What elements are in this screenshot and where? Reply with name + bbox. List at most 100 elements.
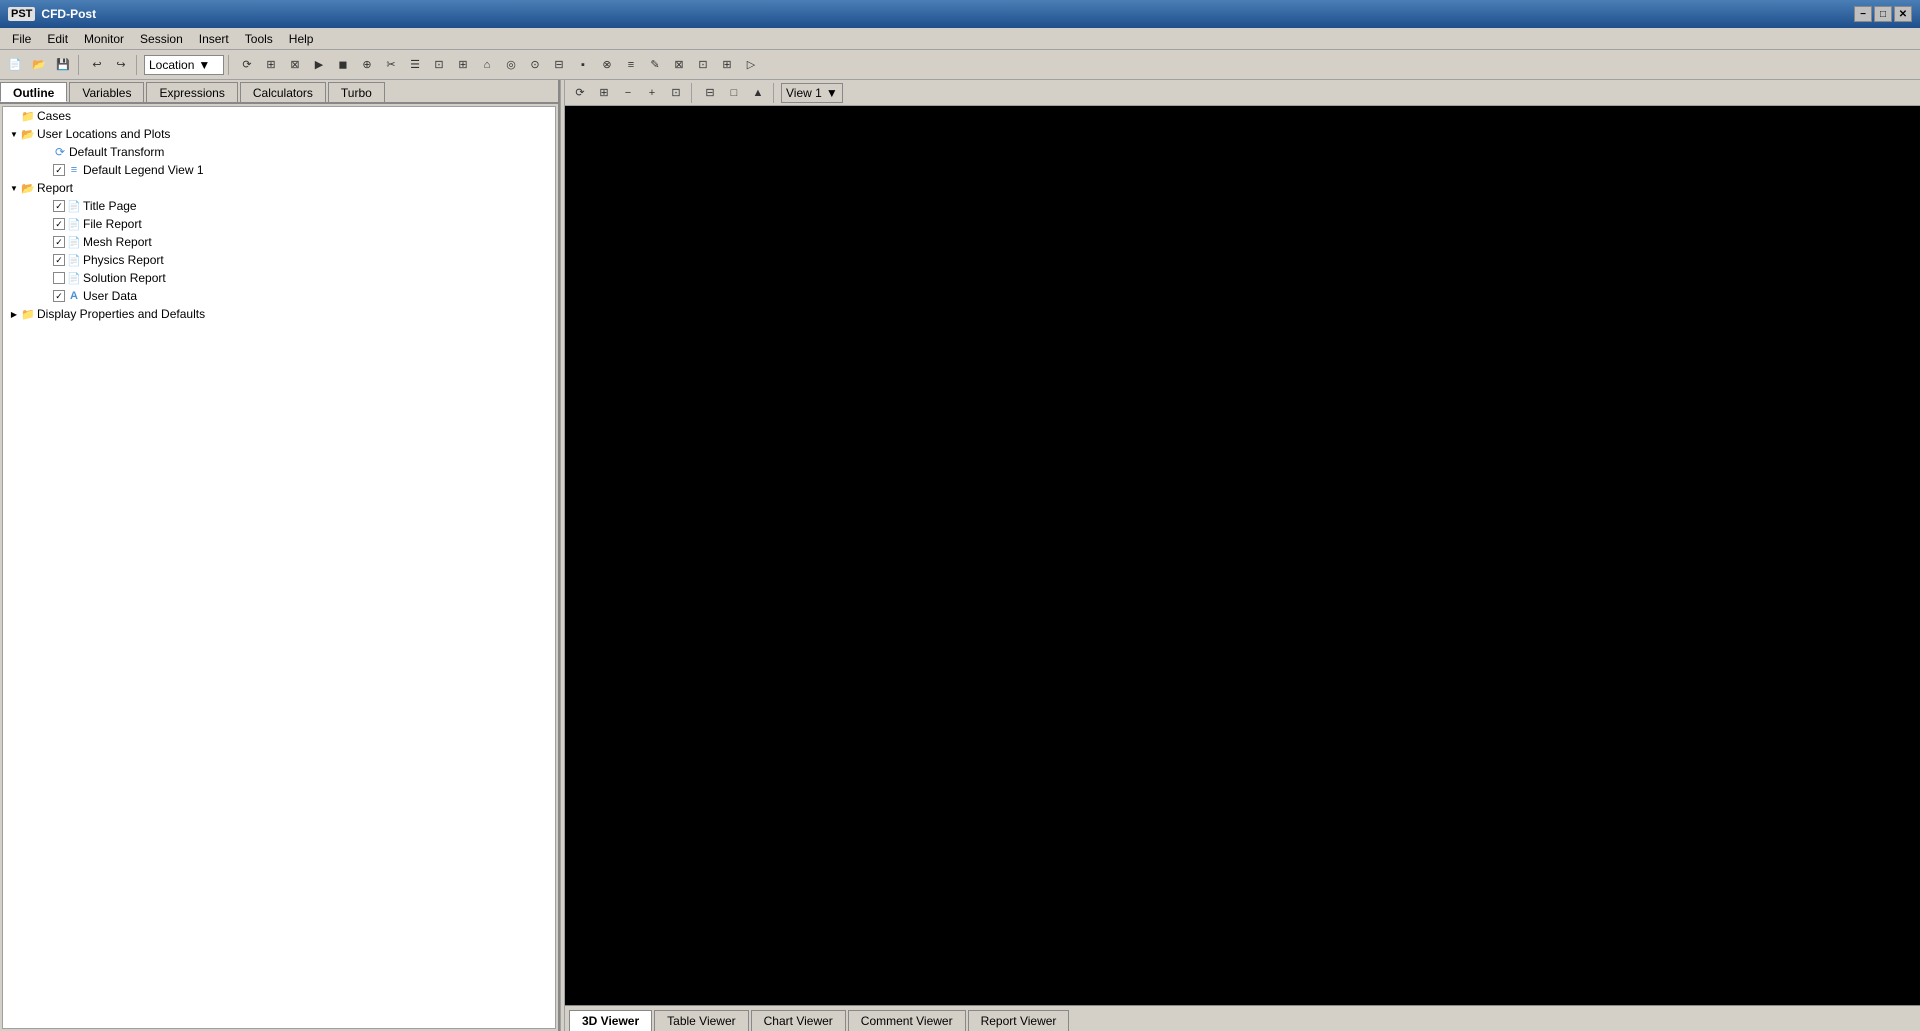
toolbar-btn-k[interactable]: ⌂ xyxy=(476,54,498,76)
tree-item-display-props[interactable]: ▶ 📁 Display Properties and Defaults xyxy=(3,305,555,323)
toolbar-btn-r[interactable]: ✎ xyxy=(644,54,666,76)
checkbox-user-data[interactable]: ✓ xyxy=(53,290,65,302)
expand-user-data[interactable] xyxy=(39,289,53,303)
toolbar-undo-btn[interactable]: ↩ xyxy=(86,54,108,76)
bottom-tab-tableviewer[interactable]: Table Viewer xyxy=(654,1010,748,1031)
toolbar-btn-j[interactable]: ⊞ xyxy=(452,54,474,76)
toolbar-btn-g[interactable]: ✂ xyxy=(380,54,402,76)
default-transform-label: Default Transform xyxy=(69,145,164,159)
toolbar-btn-b[interactable]: ⊞ xyxy=(260,54,282,76)
tree-item-user-data[interactable]: ✓ A User Data xyxy=(3,287,555,305)
menu-edit[interactable]: Edit xyxy=(39,30,76,48)
minimize-button[interactable]: − xyxy=(1854,6,1872,22)
tree-item-default-transform[interactable]: ⟳ Default Transform xyxy=(3,143,555,161)
toolbar-btn-n[interactable]: ⊟ xyxy=(548,54,570,76)
bottom-tab-chartviewer[interactable]: Chart Viewer xyxy=(751,1010,846,1031)
view-selector-arrow: ▼ xyxy=(826,86,838,100)
menu-tools[interactable]: Tools xyxy=(237,30,281,48)
default-legend-label: Default Legend View 1 xyxy=(83,163,204,177)
tab-calculators[interactable]: Calculators xyxy=(240,82,326,102)
checkbox-mesh-report[interactable]: ✓ xyxy=(53,236,65,248)
checkbox-default-legend[interactable]: ✓ xyxy=(53,164,65,176)
toolbar-btn-s[interactable]: ⊠ xyxy=(668,54,690,76)
toolbar-btn-c[interactable]: ⊠ xyxy=(284,54,306,76)
view-zoom-out-btn[interactable]: − xyxy=(617,82,639,104)
user-data-label: User Data xyxy=(83,289,137,303)
expand-default-legend[interactable] xyxy=(39,163,53,177)
report-label: Report xyxy=(37,181,73,195)
view-zoom-fit-btn[interactable]: ⊡ xyxy=(665,82,687,104)
toolbar-btn-d[interactable]: ▶ xyxy=(308,54,330,76)
physics-report-label: Physics Report xyxy=(83,253,164,267)
toolbar-btn-t[interactable]: ⊡ xyxy=(692,54,714,76)
expand-report[interactable]: ▼ xyxy=(7,181,21,195)
toolbar-btn-e[interactable]: ◼ xyxy=(332,54,354,76)
toolbar-btn-i[interactable]: ⊡ xyxy=(428,54,450,76)
tree-item-report[interactable]: ▼ 📂 Report xyxy=(3,179,555,197)
toolbar-new-btn[interactable]: 📄 xyxy=(4,54,26,76)
menu-monitor[interactable]: Monitor xyxy=(76,30,132,48)
view-fit-btn[interactable]: ⊞ xyxy=(593,82,615,104)
expand-mesh-report[interactable] xyxy=(39,235,53,249)
checkbox-file-report[interactable]: ✓ xyxy=(53,218,65,230)
view-selector[interactable]: View 1 ▼ xyxy=(781,83,843,103)
close-button[interactable]: ✕ xyxy=(1894,6,1912,22)
toolbar-btn-p[interactable]: ⊗ xyxy=(596,54,618,76)
3d-viewport[interactable] xyxy=(565,106,1920,1005)
expand-default-transform[interactable] xyxy=(39,145,53,159)
view-reset-btn[interactable]: ⟳ xyxy=(569,82,591,104)
mesh-report-icon: 📄 xyxy=(67,235,81,249)
toolbar-btn-q[interactable]: ≡ xyxy=(620,54,642,76)
location-label: Location xyxy=(149,58,194,72)
tab-outline[interactable]: Outline xyxy=(0,82,67,102)
tab-expressions[interactable]: Expressions xyxy=(146,82,237,102)
toolbar-btn-v[interactable]: ▷ xyxy=(740,54,762,76)
checkbox-physics-report[interactable]: ✓ xyxy=(53,254,65,266)
bottom-tab-3dviewer[interactable]: 3D Viewer xyxy=(569,1010,652,1031)
tree-item-cases[interactable]: 📁 Cases xyxy=(3,107,555,125)
menu-file[interactable]: File xyxy=(4,30,39,48)
tree-item-mesh-report[interactable]: ✓ 📄 Mesh Report xyxy=(3,233,555,251)
bottom-tab-reportviewer[interactable]: Report Viewer xyxy=(968,1010,1070,1031)
menu-insert[interactable]: Insert xyxy=(191,30,237,48)
tree-item-default-legend[interactable]: ✓ ≡ Default Legend View 1 xyxy=(3,161,555,179)
tree-item-file-report[interactable]: ✓ 📄 File Report xyxy=(3,215,555,233)
menu-help[interactable]: Help xyxy=(281,30,322,48)
toolbar-btn-f[interactable]: ⊕ xyxy=(356,54,378,76)
toolbar-btn-o[interactable]: ▪ xyxy=(572,54,594,76)
file-report-label: File Report xyxy=(83,217,142,231)
checkbox-solution-report[interactable] xyxy=(53,272,65,284)
maximize-button[interactable]: □ xyxy=(1874,6,1892,22)
tab-variables[interactable]: Variables xyxy=(69,82,144,102)
tree-item-title-page[interactable]: ✓ 📄 Title Page xyxy=(3,197,555,215)
mesh-report-label: Mesh Report xyxy=(83,235,152,249)
bottom-tab-commentviewer[interactable]: Comment Viewer xyxy=(848,1010,966,1031)
expand-title-page[interactable] xyxy=(39,199,53,213)
title-bar-controls: − □ ✕ xyxy=(1854,6,1912,22)
menu-session[interactable]: Session xyxy=(132,30,191,48)
toolbar-btn-a[interactable]: ⟳ xyxy=(236,54,258,76)
toolbar-btn-h[interactable]: ☰ xyxy=(404,54,426,76)
view-snapshot-btn[interactable]: ⊟ xyxy=(699,82,721,104)
location-dropdown[interactable]: Location ▼ xyxy=(144,55,224,75)
toolbar-redo-btn[interactable]: ↪ xyxy=(110,54,132,76)
tab-turbo[interactable]: Turbo xyxy=(328,82,385,102)
expand-solution-report[interactable] xyxy=(39,271,53,285)
tree-item-solution-report[interactable]: 📄 Solution Report xyxy=(3,269,555,287)
toolbar-btn-l[interactable]: ◎ xyxy=(500,54,522,76)
expand-file-report[interactable] xyxy=(39,217,53,231)
toolbar-btn-m[interactable]: ⊙ xyxy=(524,54,546,76)
expand-physics-report[interactable] xyxy=(39,253,53,267)
expand-display-props[interactable]: ▶ xyxy=(7,307,21,321)
toolbar-btn-u[interactable]: ⊞ xyxy=(716,54,738,76)
expand-cases[interactable] xyxy=(7,109,21,123)
checkbox-title-page[interactable]: ✓ xyxy=(53,200,65,212)
view-projection-btn[interactable]: □ xyxy=(723,82,745,104)
tree-item-user-locations[interactable]: ▼ 📂 User Locations and Plots xyxy=(3,125,555,143)
view-zoom-in-btn[interactable]: + xyxy=(641,82,663,104)
view-btn-x[interactable]: ▲ xyxy=(747,82,769,104)
toolbar-save-btn[interactable]: 💾 xyxy=(52,54,74,76)
expand-user-locations[interactable]: ▼ xyxy=(7,127,21,141)
toolbar-open-btn[interactable]: 📂 xyxy=(28,54,50,76)
tree-item-physics-report[interactable]: ✓ 📄 Physics Report xyxy=(3,251,555,269)
